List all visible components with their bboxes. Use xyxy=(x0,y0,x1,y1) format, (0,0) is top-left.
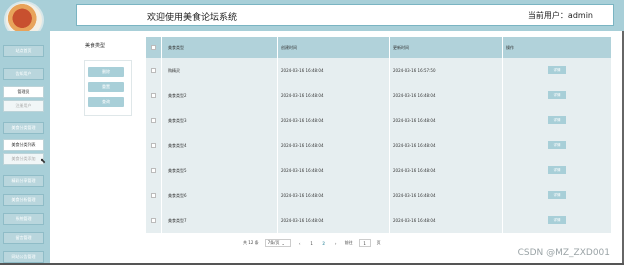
sidebar-item-food-category-manage[interactable]: 美食分类管理 xyxy=(3,122,44,134)
table-row: 美食类型3 2024-03-16 16:48:04 2024-03-16 16:… xyxy=(146,108,611,133)
header-action: 操作 xyxy=(506,45,514,50)
page-size-value: 7条/页 xyxy=(267,240,280,245)
cell-created-time: 2024-03-16 16:48:04 xyxy=(281,168,324,173)
cell-updated-time: 2024-03-16 16:48:04 xyxy=(393,218,436,223)
cell-created-time: 2024-03-16 16:48:04 xyxy=(281,193,324,198)
cell-updated-time: 2024-03-16 16:48:04 xyxy=(393,93,436,98)
filter-label: 美食类型 xyxy=(85,43,106,49)
cell-updated-time: 2024-03-16 16:48:04 xyxy=(393,168,436,173)
watermark-text: CSDN @MZ_ZXD001 xyxy=(517,248,610,258)
page-size-select[interactable]: 7条/页 ⌄ xyxy=(264,239,291,247)
row-checkbox[interactable] xyxy=(151,168,156,173)
sidebar-subitem-admin[interactable]: 管理员 xyxy=(3,86,44,98)
row-checkbox[interactable] xyxy=(151,68,156,73)
next-page-button[interactable]: › xyxy=(333,241,339,246)
table-row: 美食类型5 2024-03-16 16:48:04 2024-03-16 16:… xyxy=(146,158,611,183)
reset-button[interactable]: 重置 xyxy=(88,82,124,92)
detail-button[interactable]: 详情 xyxy=(548,116,566,124)
mouse-cursor-icon: ⬉ xyxy=(40,157,46,165)
delete-button[interactable]: 删除 xyxy=(88,67,124,77)
sidebar-subitem-food-category-list[interactable]: 美食分类列表 xyxy=(3,139,44,151)
detail-button[interactable]: 详情 xyxy=(548,166,566,174)
sidebar-item-message-manage[interactable]: 留言管理 xyxy=(3,232,44,244)
cell-food-type: 购精灵 xyxy=(168,68,180,73)
page-number-2[interactable]: 2 xyxy=(321,241,327,246)
row-checkbox[interactable] xyxy=(151,193,156,198)
table-row: 美食类型7 2024-03-16 16:48:04 2024-03-16 16:… xyxy=(146,208,611,233)
cell-updated-time: 2024-03-16 16:48:04 xyxy=(393,193,436,198)
app-title: 欢迎使用美食论坛系统 xyxy=(147,13,238,23)
row-checkbox[interactable] xyxy=(151,143,156,148)
sidebar-item-food-analysis-manage[interactable]: 美食分析管理 xyxy=(3,194,44,206)
sidebar-item-share-manage[interactable]: 精彩分享管理 xyxy=(3,175,44,187)
goto-label: 前往 xyxy=(344,240,353,245)
row-checkbox[interactable] xyxy=(151,93,156,98)
detail-button[interactable]: 详情 xyxy=(548,216,566,224)
sidebar-item-notify-users[interactable]: 告知用户 xyxy=(3,68,44,80)
header-updated-time: 更新时间 xyxy=(393,45,409,50)
detail-button[interactable]: 详情 xyxy=(548,191,566,199)
cell-food-type: 美食类型3 xyxy=(168,118,187,123)
chevron-down-icon: ⌄ xyxy=(281,240,285,246)
cell-updated-time: 2024-03-16 16:57:50 xyxy=(393,68,436,73)
detail-button[interactable]: 详情 xyxy=(548,91,566,99)
goto-suffix: 页 xyxy=(376,240,381,245)
table-header: 美食类型 创建时间 更新时间 操作 xyxy=(146,37,611,58)
search-button[interactable]: 查询 xyxy=(88,97,124,107)
sidebar-item-system-manage[interactable]: 系统管理 xyxy=(3,213,44,225)
detail-button[interactable]: 详情 xyxy=(548,141,566,149)
table-row: 购精灵 2024-03-16 16:48:04 2024-03-16 16:57… xyxy=(146,58,611,83)
pagination-total: 共 12 条 xyxy=(243,240,259,245)
table-row: 美食类型2 2024-03-16 16:48:04 2024-03-16 16:… xyxy=(146,83,611,108)
data-table: 美食类型 创建时间 更新时间 操作 购精灵 2024-03-16 16:48:0… xyxy=(146,37,611,233)
cell-created-time: 2024-03-16 16:48:04 xyxy=(281,218,324,223)
sidebar-subitem-registered-users[interactable]: 注册用户 xyxy=(3,100,44,112)
sidebar-item-notice-manage[interactable]: 网站公告管理 xyxy=(3,251,44,263)
page-number-1[interactable]: 1 xyxy=(309,241,315,246)
prev-page-button[interactable]: ‹ xyxy=(297,241,303,246)
sidebar-subitem-food-category-add[interactable]: 美食分类添加 xyxy=(3,153,44,165)
title-box: 欢迎使用美食论坛系统 当前用户：admin xyxy=(76,4,614,26)
goto-page-input[interactable]: 1 xyxy=(358,239,371,247)
cell-created-time: 2024-03-16 16:48:04 xyxy=(281,68,324,73)
page: 欢迎使用美食论坛系统 当前用户：admin 站点首页 告知用户 管理员 注册用户… xyxy=(0,0,624,265)
sidebar-item-home[interactable]: 站点首页 xyxy=(3,45,44,57)
cell-updated-time: 2024-03-16 16:48:04 xyxy=(393,118,436,123)
cell-food-type: 美食类型4 xyxy=(168,143,187,148)
cell-created-time: 2024-03-16 16:48:04 xyxy=(281,143,324,148)
row-checkbox[interactable] xyxy=(151,118,156,123)
cell-food-type: 美食类型6 xyxy=(168,193,187,198)
cell-updated-time: 2024-03-16 16:48:04 xyxy=(393,143,436,148)
sidebar: 站点首页 告知用户 管理员 注册用户 美食分类管理 美食分类列表 美食分类添加 … xyxy=(0,31,50,265)
row-checkbox[interactable] xyxy=(151,218,156,223)
cell-created-time: 2024-03-16 16:48:04 xyxy=(281,93,324,98)
cell-food-type: 美食类型5 xyxy=(168,168,187,173)
header-food-type: 美食类型 xyxy=(168,45,184,50)
table-row: 美食类型6 2024-03-16 16:48:04 2024-03-16 16:… xyxy=(146,183,611,208)
table-row: 美食类型4 2024-03-16 16:48:04 2024-03-16 16:… xyxy=(146,133,611,158)
cell-food-type: 美食类型7 xyxy=(168,218,187,223)
select-all-checkbox[interactable] xyxy=(151,45,156,50)
cell-created-time: 2024-03-16 16:48:04 xyxy=(281,118,324,123)
pagination: 共 12 条 7条/页 ⌄ ‹ 1 2 › 前往 1 页 xyxy=(243,238,381,248)
header-created-time: 创建时间 xyxy=(281,45,297,50)
current-user-label: 当前用户：admin xyxy=(527,11,593,20)
cell-food-type: 美食类型2 xyxy=(168,93,187,98)
detail-button[interactable]: 详情 xyxy=(548,66,566,74)
